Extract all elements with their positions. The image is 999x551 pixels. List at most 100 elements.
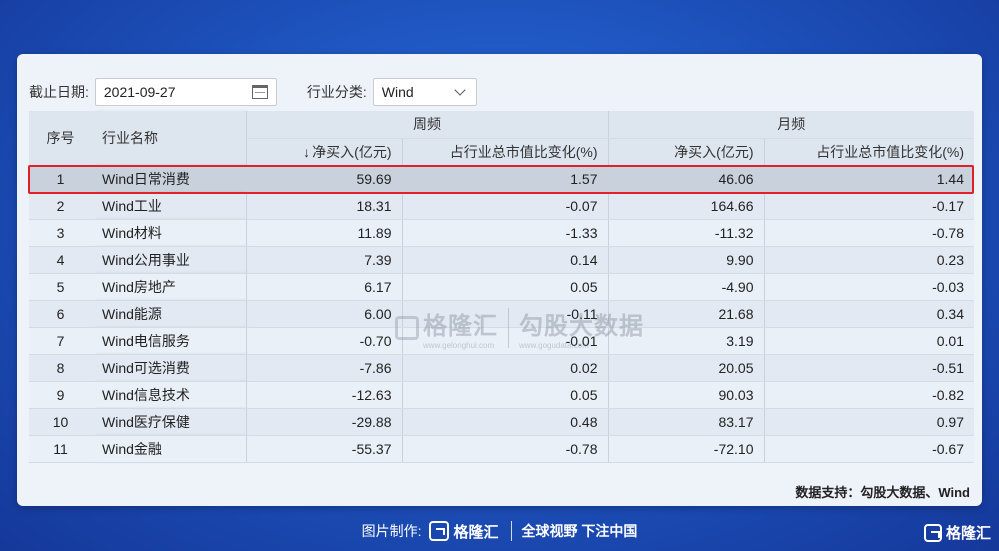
cell-weekly-pct: -0.01 — [402, 327, 609, 355]
cell-industry-name: Wind材料 — [92, 219, 247, 247]
footer-brand: 格隆汇 — [453, 523, 499, 541]
cell-monthly-pct: -0.67 — [764, 435, 974, 463]
flow-table: 序号 行业名称 周频 月频 ↓ 净买入(亿元) 占行业总市值比变化(%) 净买入(… — [29, 111, 974, 463]
cell-weekly-pct: 0.02 — [402, 354, 609, 382]
date-picker[interactable]: 2021-09-27 — [94, 78, 277, 106]
header-weekly-pct[interactable]: 占行业总市值比变化(%) — [402, 138, 609, 166]
corner-brand: 格隆汇 — [923, 522, 991, 543]
cell-industry-name: Wind能源 — [92, 300, 247, 328]
table-row[interactable]: 3 Wind材料 11.89 -1.33 -11.32 -0.78 — [29, 219, 974, 247]
chevron-down-icon[interactable] — [454, 84, 466, 96]
cell-weekly-pct: -0.11 — [402, 300, 609, 328]
cell-weekly-net-buy: 6.00 — [246, 300, 403, 328]
cell-industry-name: Wind金融 — [92, 435, 247, 463]
corner-brand-name: 格隆汇 — [945, 525, 991, 542]
table-row[interactable]: 6 Wind能源 6.00 -0.11 21.68 0.34 — [29, 300, 974, 328]
cell-monthly-net-buy: 3.19 — [608, 327, 765, 355]
sort-desc-icon[interactable]: ↓ — [303, 144, 310, 160]
cell-index: 2 — [29, 192, 92, 220]
cell-weekly-net-buy: -0.70 — [246, 327, 403, 355]
cell-weekly-net-buy: 59.69 — [246, 165, 403, 193]
cell-industry-name: Wind日常消费 — [92, 165, 247, 193]
table-row[interactable]: 11 Wind金融 -55.37 -0.78 -72.10 -0.67 — [29, 435, 974, 463]
cell-monthly-net-buy: 21.68 — [608, 300, 765, 328]
cell-monthly-net-buy: 20.05 — [608, 354, 765, 382]
cell-industry-name: Wind房地产 — [92, 273, 247, 301]
table-row[interactable]: 8 Wind可选消费 -7.86 0.02 20.05 -0.51 — [29, 354, 974, 382]
header-monthly-pct[interactable]: 占行业总市值比变化(%) — [764, 138, 974, 166]
brand-logo-icon — [923, 523, 942, 542]
cell-industry-name: Wind可选消费 — [92, 354, 247, 382]
table-row[interactable]: 4 Wind公用事业 7.39 0.14 9.90 0.23 — [29, 246, 974, 274]
cell-monthly-pct: 0.34 — [764, 300, 974, 328]
table-row[interactable]: 7 Wind电信服务 -0.70 -0.01 3.19 0.01 — [29, 327, 974, 355]
header-weekly-group: 周频 — [246, 111, 609, 139]
cell-index: 7 — [29, 327, 92, 355]
cell-weekly-net-buy: 6.17 — [246, 273, 403, 301]
date-label: 截止日期: — [29, 84, 89, 100]
cell-weekly-pct: -1.33 — [402, 219, 609, 247]
table-row[interactable]: 2 Wind工业 18.31 -0.07 164.66 -0.17 — [29, 192, 974, 220]
table-row[interactable]: 5 Wind房地产 6.17 0.05 -4.90 -0.03 — [29, 273, 974, 301]
cell-weekly-pct: 1.57 — [402, 165, 609, 193]
cell-index: 6 — [29, 300, 92, 328]
cell-industry-name: Wind工业 — [92, 192, 247, 220]
cell-monthly-net-buy: 9.90 — [608, 246, 765, 274]
cell-weekly-pct: -0.07 — [402, 192, 609, 220]
cell-index: 11 — [29, 435, 92, 463]
cell-monthly-net-buy: -11.32 — [608, 219, 765, 247]
cell-monthly-pct: -0.51 — [764, 354, 974, 382]
cell-monthly-net-buy: 90.03 — [608, 381, 765, 409]
cell-monthly-pct: 0.97 — [764, 408, 974, 436]
table-row[interactable]: 9 Wind信息技术 -12.63 0.05 90.03 -0.82 — [29, 381, 974, 409]
header-index[interactable]: 序号 — [29, 111, 92, 166]
table-row[interactable]: 10 Wind医疗保健 -29.88 0.48 83.17 0.97 — [29, 408, 974, 436]
cell-weekly-pct: 0.14 — [402, 246, 609, 274]
cell-weekly-pct: 0.05 — [402, 381, 609, 409]
cell-monthly-pct: 0.23 — [764, 246, 974, 274]
cell-industry-name: Wind电信服务 — [92, 327, 247, 355]
cell-monthly-net-buy: 46.06 — [608, 165, 765, 193]
calendar-icon[interactable] — [251, 85, 268, 99]
header-monthly-net-buy[interactable]: 净买入(亿元) — [608, 138, 765, 166]
cell-industry-name: Wind公用事业 — [92, 246, 247, 274]
industry-select[interactable]: Wind — [372, 78, 477, 106]
cell-index: 1 — [29, 165, 92, 193]
cell-weekly-net-buy: -7.86 — [246, 354, 403, 382]
cell-index: 4 — [29, 246, 92, 274]
cell-weekly-net-buy: 7.39 — [246, 246, 403, 274]
cell-weekly-net-buy: -29.88 — [246, 408, 403, 436]
data-panel: 截止日期: 2021-09-27 行业分类: Wind 序号 行业名称 周频 月… — [17, 54, 982, 506]
cell-weekly-pct: 0.05 — [402, 273, 609, 301]
cell-monthly-net-buy: 83.17 — [608, 408, 765, 436]
cell-weekly-net-buy: -55.37 — [246, 435, 403, 463]
header-monthly-group: 月频 — [608, 111, 974, 139]
cell-weekly-net-buy: -12.63 — [246, 381, 403, 409]
footer-slogan: 全球视野 下注中国 — [521, 523, 638, 539]
cell-index: 3 — [29, 219, 92, 247]
header-weekly-net-buy[interactable]: ↓ 净买入(亿元) — [246, 138, 403, 166]
cell-weekly-net-buy: 11.89 — [246, 219, 403, 247]
footer: 图片制作: 格隆汇 全球视野 下注中国 — [0, 516, 999, 546]
cell-monthly-pct: -0.17 — [764, 192, 974, 220]
cell-monthly-pct: 0.01 — [764, 327, 974, 355]
cell-industry-name: Wind医疗保健 — [92, 408, 247, 436]
industry-value: Wind — [381, 84, 414, 100]
cell-index: 10 — [29, 408, 92, 436]
source-note: 数据支持：勾股大数据、Wind — [795, 485, 970, 500]
cell-industry-name: Wind信息技术 — [92, 381, 247, 409]
table-header-row-group: 序号 行业名称 周频 月频 — [29, 111, 974, 166]
cell-monthly-net-buy: 164.66 — [608, 192, 765, 220]
cell-monthly-net-buy: -72.10 — [608, 435, 765, 463]
cell-weekly-pct: -0.78 — [402, 435, 609, 463]
cell-monthly-pct: -0.03 — [764, 273, 974, 301]
footer-divider — [510, 521, 512, 541]
cell-index: 9 — [29, 381, 92, 409]
cell-monthly-pct: -0.82 — [764, 381, 974, 409]
cell-monthly-pct: 1.44 — [764, 165, 974, 193]
table-row[interactable]: 1 Wind日常消费 59.69 1.57 46.06 1.44 — [29, 165, 974, 193]
cell-monthly-net-buy: -4.90 — [608, 273, 765, 301]
header-industry-name[interactable]: 行业名称 — [92, 111, 247, 166]
table-body: 1 Wind日常消费 59.69 1.57 46.06 1.44 2 Wind工业 18.31-… — [29, 165, 974, 463]
footer-credit-label: 图片制作: — [361, 523, 422, 539]
